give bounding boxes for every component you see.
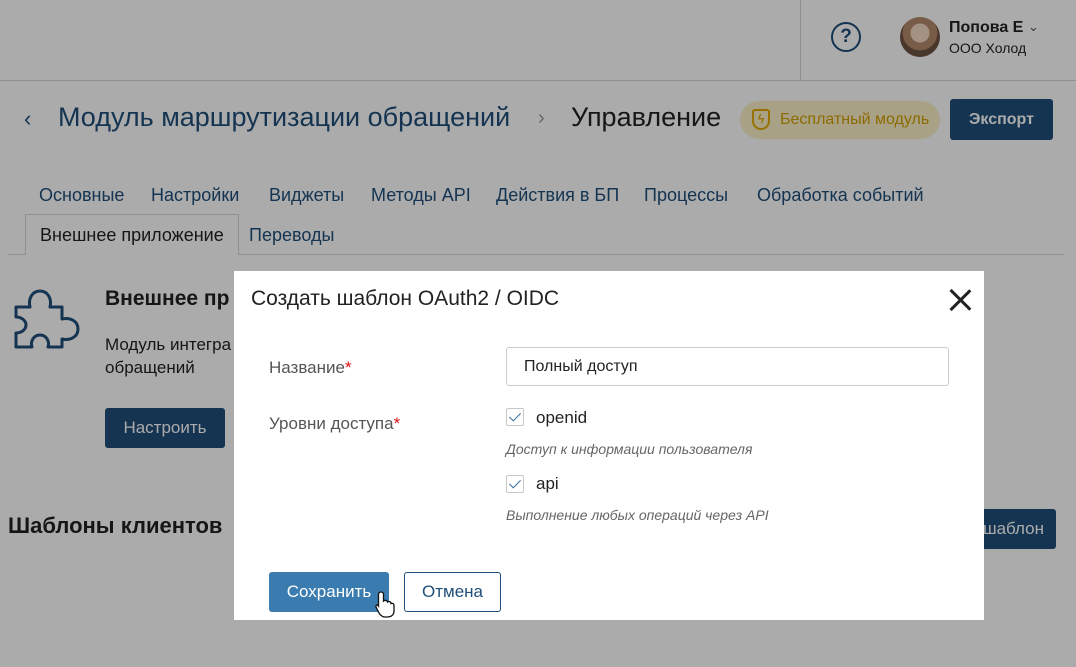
openid-checkbox[interactable] bbox=[506, 408, 524, 426]
hand-cursor-icon bbox=[375, 591, 395, 618]
api-label[interactable]: api bbox=[536, 474, 559, 494]
cancel-button[interactable]: Отмена bbox=[404, 572, 501, 612]
oauth-template-dialog: Создать шаблон OAuth2 / OIDC Название* У… bbox=[234, 271, 984, 620]
save-button[interactable]: Сохранить bbox=[269, 572, 389, 612]
name-label: Название* bbox=[269, 358, 352, 378]
name-label-text: Название bbox=[269, 358, 345, 377]
dialog-title: Создать шаблон OAuth2 / OIDC bbox=[251, 287, 560, 310]
required-mark: * bbox=[344, 358, 352, 377]
name-input[interactable] bbox=[506, 347, 949, 386]
access-label: Уровни доступа* bbox=[269, 414, 400, 434]
api-checkbox[interactable] bbox=[506, 475, 524, 493]
close-icon[interactable] bbox=[947, 287, 973, 313]
api-hint: Выполнение любых операций через API bbox=[506, 507, 769, 523]
openid-hint: Доступ к информации пользователя bbox=[506, 441, 753, 457]
openid-label[interactable]: openid bbox=[536, 408, 587, 428]
required-mark: * bbox=[393, 414, 401, 433]
access-label-text: Уровни доступа bbox=[269, 414, 394, 433]
